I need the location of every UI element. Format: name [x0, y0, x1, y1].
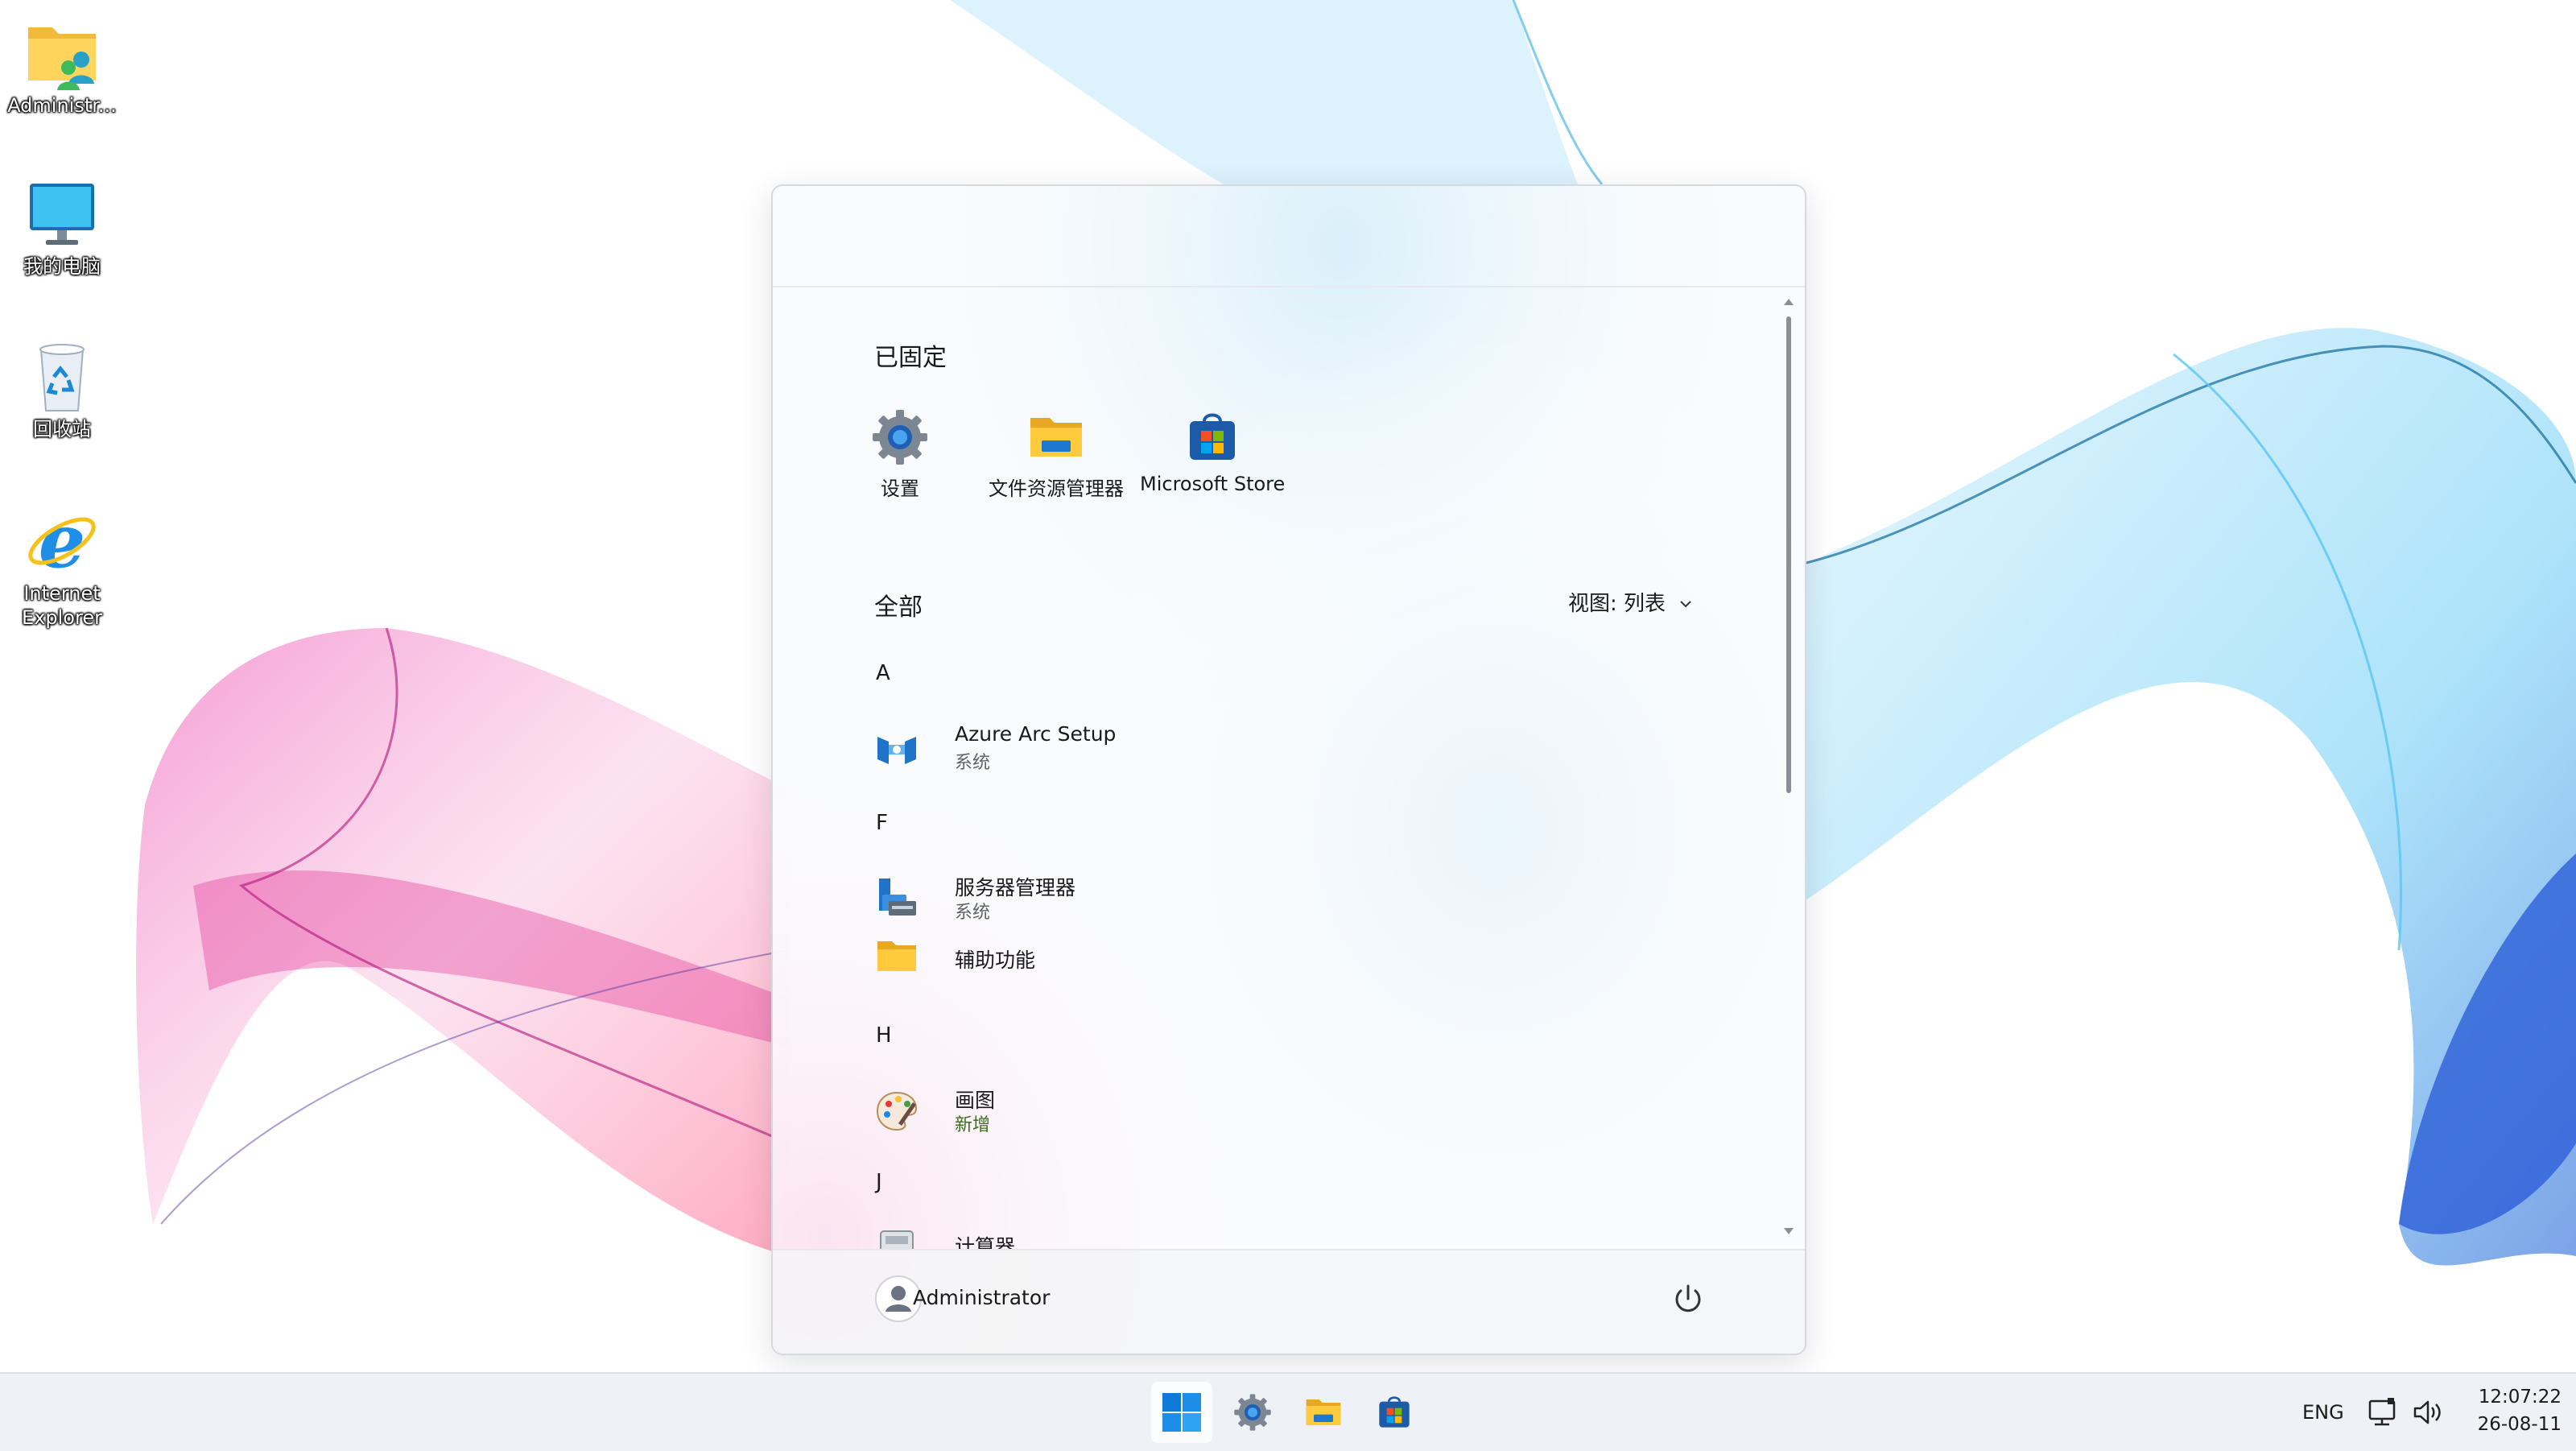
pinned-app-label: 文件资源管理器: [989, 477, 1124, 500]
clock-date: 26-08-11: [2477, 1414, 2562, 1435]
app-item-server-manager[interactable]: 服务器管理器 系统: [861, 866, 1707, 930]
clock-time: 12:07:22: [2478, 1387, 2562, 1408]
calculator-icon: [880, 1230, 914, 1249]
app-name: 计算器: [955, 1235, 1016, 1249]
desktop-icon-label: Internet Explorer: [22, 582, 102, 629]
scroll-down-arrow[interactable]: [1784, 1228, 1794, 1234]
gear-icon: [1234, 1394, 1271, 1431]
taskbar: ENG 12:07:22 26-08-11: [0, 1372, 2576, 1451]
search-area[interactable]: [773, 186, 1805, 287]
user-folder-icon: [28, 27, 96, 90]
taskbar-store-button[interactable]: [1364, 1382, 1425, 1443]
all-apps-title: 全部: [874, 593, 923, 622]
desktop-icon-my-computer[interactable]: 我的电脑: [2, 179, 122, 279]
clock-button[interactable]: 12:07:22 26-08-11: [2465, 1383, 2562, 1441]
pinned-app-file-explorer[interactable]: 文件资源管理器: [984, 408, 1129, 501]
desktop-icon-label: 我的电脑: [23, 255, 101, 278]
desktop-icon-recycle-bin[interactable]: 回收站: [2, 341, 122, 441]
app-name: Azure Arc Setup: [955, 722, 1117, 746]
folder-icon: [877, 941, 916, 971]
folder-icon: [1030, 418, 1082, 457]
app-name: 服务器管理器: [955, 876, 1076, 899]
desktop-icon-label: 回收站: [33, 418, 91, 440]
app-name: 画图: [955, 1089, 996, 1112]
start-menu-footer: Administrator: [773, 1249, 1805, 1354]
view-toggle-label: 视图: 列表: [1568, 592, 1666, 616]
user-name: Administrator: [913, 1286, 1051, 1309]
user-account-button[interactable]: Administrator: [874, 1275, 1196, 1323]
svg-text:e: e: [39, 501, 86, 578]
pinned-app-label: 设置: [881, 477, 919, 500]
start-icon: [1162, 1393, 1201, 1432]
paint-palette-icon: [876, 1091, 918, 1131]
pinned-app-microsoft-store[interactable]: Microsoft Store: [1140, 408, 1285, 495]
start-menu: 已固定 设置 文件资源管理器 Microsoft Store 全部 视图: 列表…: [771, 184, 1806, 1355]
recycle-bin-icon: [39, 344, 85, 411]
pinned-app-settings[interactable]: 设置: [828, 408, 972, 501]
app-item-paint[interactable]: 画图 新增: [861, 1078, 1707, 1143]
monitor-icon: [30, 184, 94, 245]
group-letter: F: [876, 811, 888, 835]
taskbar-file-explorer-button[interactable]: [1293, 1382, 1354, 1443]
network-icon[interactable]: [2367, 1396, 2399, 1428]
pinned-section-title: 已固定: [874, 344, 947, 372]
app-item-calculator[interactable]: 计算器: [861, 1225, 1707, 1249]
group-letter: A: [876, 661, 890, 685]
internet-explorer-icon: e: [28, 501, 96, 578]
app-subtitle: 系统: [955, 903, 991, 923]
app-item-azure-arc-setup[interactable]: Azure Arc Setup 系统: [861, 716, 1707, 780]
desktop-icon-internet-explorer[interactable]: e Internet Explorer: [2, 501, 122, 630]
app-name: 辅助功能: [955, 949, 1036, 972]
view-toggle-button[interactable]: 视图: 列表: [1568, 587, 1694, 619]
power-icon[interactable]: [1668, 1279, 1708, 1320]
group-letter: J: [876, 1170, 882, 1194]
folder-icon: [1306, 1399, 1341, 1425]
app-subtitle-new: 新增: [955, 1115, 991, 1135]
scroll-up-arrow[interactable]: [1784, 299, 1794, 305]
scrollbar-thumb[interactable]: [1786, 316, 1791, 793]
store-icon: [1190, 413, 1235, 460]
azure-arc-icon: [877, 737, 916, 764]
app-subtitle: 系统: [955, 753, 991, 773]
taskbar-settings-button[interactable]: [1222, 1382, 1283, 1443]
chevron-down-icon: [1680, 601, 1691, 608]
volume-icon[interactable]: [2412, 1396, 2444, 1428]
desktop-icon-administrator[interactable]: Administr...: [2, 18, 122, 118]
group-letter: H: [876, 1023, 892, 1048]
app-list-scrollbar[interactable]: [1781, 294, 1797, 1244]
desktop-icon-label: Administr...: [7, 94, 117, 117]
gear-icon: [873, 410, 927, 465]
language-indicator[interactable]: ENG: [2302, 1401, 2344, 1424]
server-manager-icon: [879, 878, 916, 916]
taskbar-start-button[interactable]: [1151, 1382, 1212, 1443]
app-item-accessibility[interactable]: 辅助功能: [861, 930, 1707, 982]
store-icon: [1379, 1396, 1410, 1428]
pinned-app-label: Microsoft Store: [1140, 473, 1286, 495]
